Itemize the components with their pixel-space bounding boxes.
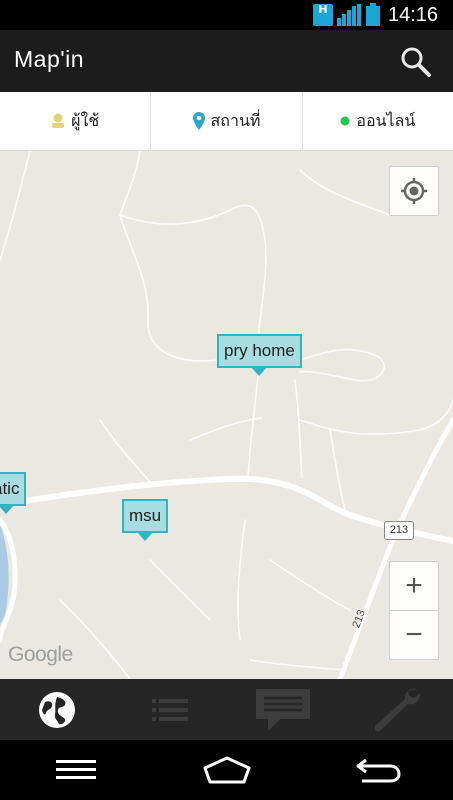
- menu-button[interactable]: [0, 740, 151, 800]
- tab-online[interactable]: ออนไลน์: [303, 92, 453, 150]
- map-marker[interactable]: atic: [0, 472, 27, 514]
- nav-settings[interactable]: [340, 679, 453, 740]
- zoom-in-button[interactable]: +: [390, 562, 438, 611]
- zoom-out-button[interactable]: −: [390, 611, 438, 659]
- clock: 14:16: [388, 4, 439, 26]
- filter-tabs: ผู้ใช้ สถานที่ ออนไลน์: [0, 92, 453, 151]
- my-location-button[interactable]: [389, 166, 439, 216]
- location-pin-icon: [192, 112, 205, 130]
- wrench-icon: [375, 688, 421, 731]
- globe-icon: [38, 691, 75, 728]
- online-dot-icon: [340, 116, 350, 126]
- tab-places-label: สถานที่: [210, 110, 261, 130]
- map-marker-label: pry home: [224, 341, 295, 360]
- network-type-label: H: [318, 3, 328, 16]
- nav-list[interactable]: [113, 679, 226, 740]
- bottom-nav: [0, 679, 453, 740]
- system-nav-bar: [0, 740, 453, 800]
- network-type-icon: H: [313, 4, 333, 26]
- tab-users[interactable]: ผู้ใช้: [0, 92, 152, 150]
- home-button[interactable]: [151, 740, 302, 800]
- map-view[interactable]: 213 213 pry home atic msu: [0, 151, 453, 679]
- user-icon: [51, 113, 65, 129]
- search-button[interactable]: [396, 42, 436, 82]
- map-marker-label: msu: [129, 506, 162, 525]
- crosshair-icon: [401, 178, 427, 204]
- tab-online-label: ออนไลน์: [356, 110, 416, 130]
- nav-chat[interactable]: [227, 679, 340, 740]
- signal-icon: [337, 4, 361, 26]
- chat-icon: [256, 688, 311, 731]
- road-shield-label: 213: [389, 524, 409, 536]
- map-marker[interactable]: msu: [122, 499, 169, 541]
- map-marker-label: atic: [0, 479, 20, 498]
- back-icon: [356, 758, 401, 783]
- list-icon: [151, 698, 188, 721]
- road-shield: 213: [384, 521, 414, 540]
- tab-users-label: ผู้ใช้: [71, 110, 100, 130]
- app-title: Map'in: [14, 46, 85, 72]
- status-bar: H 14:16: [0, 0, 453, 30]
- search-icon: [401, 47, 431, 77]
- back-button[interactable]: [302, 740, 453, 800]
- tab-places[interactable]: สถานที่: [151, 92, 303, 150]
- menu-icon: [55, 760, 96, 779]
- home-icon: [203, 756, 250, 784]
- zoom-controls: + −: [389, 561, 439, 660]
- nav-map[interactable]: [0, 679, 113, 740]
- map-roads: [0, 151, 453, 679]
- map-marker[interactable]: pry home: [217, 334, 302, 376]
- app-bar: Map'in: [0, 30, 453, 92]
- battery-icon: [366, 3, 380, 26]
- google-attribution: Google: [8, 643, 73, 666]
